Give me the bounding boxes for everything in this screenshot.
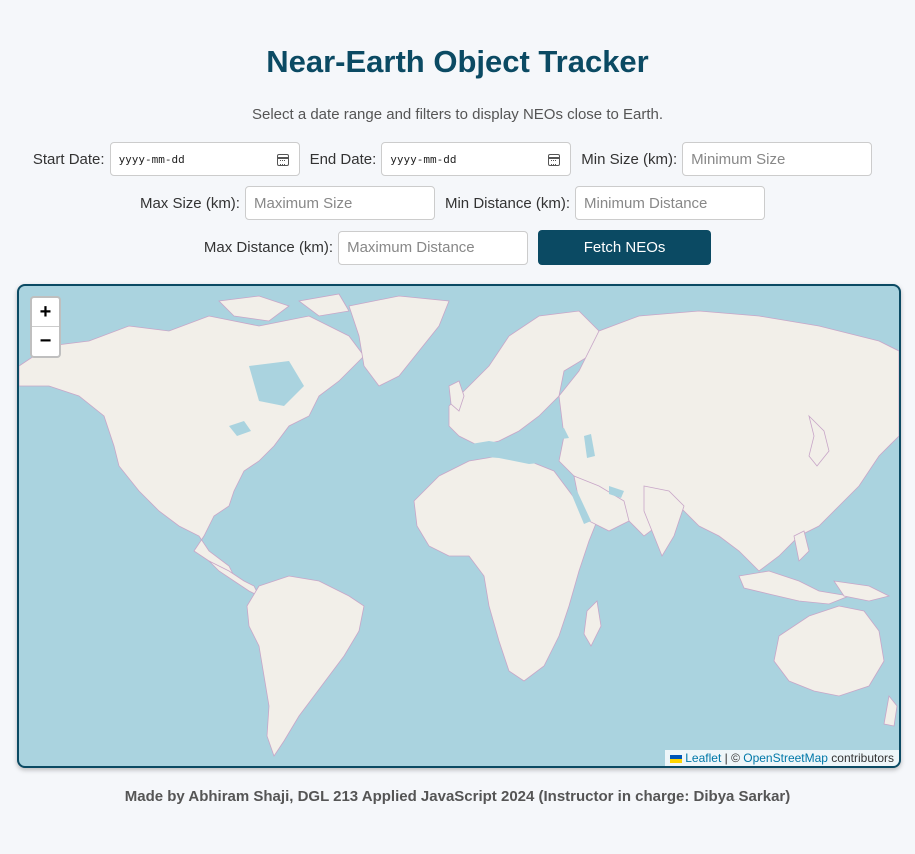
land-south-america: [246, 575, 365, 757]
ukraine-flag-icon: [670, 754, 683, 763]
attribution-separator: | ©: [721, 751, 744, 765]
max-size-input[interactable]: Maximum Size: [244, 186, 435, 220]
end-date-label: End Date:: [309, 150, 377, 168]
end-date-input[interactable]: yyyy-mm-dd: [381, 142, 572, 176]
min-distance-label: Min Distance (km):: [444, 194, 571, 212]
calendar-icon[interactable]: [276, 154, 289, 166]
map-tiles[interactable]: [19, 286, 899, 766]
zoom-out-button[interactable]: −: [32, 327, 59, 356]
openstreetmap-link[interactable]: OpenStreetMap: [743, 751, 828, 765]
land-arctic-islands: [218, 293, 350, 322]
max-distance-placeholder: Maximum Distance: [347, 239, 475, 256]
calendar-icon[interactable]: [548, 154, 561, 166]
page-subtitle: Select a date range and filters to displ…: [251, 106, 664, 123]
min-size-placeholder: Minimum Size: [691, 150, 786, 168]
land-north-america: [19, 315, 365, 577]
filter-row-1: Start Date: yyyy-mm-dd End Date: yyyy-mm…: [0, 142, 915, 176]
zoom-in-button[interactable]: +: [32, 298, 59, 327]
end-date-placeholder: yyyy-mm-dd: [390, 152, 457, 166]
land-new-zealand: [883, 695, 898, 727]
min-size-label: Min Size (km):: [581, 150, 678, 168]
max-size-placeholder: Maximum Size: [253, 194, 353, 212]
filter-row-2: Max Size (km): Maximum Size Min Distance…: [0, 186, 915, 220]
start-date-input[interactable]: yyyy-mm-dd: [109, 142, 300, 176]
land-philippines: [793, 530, 810, 562]
start-date-placeholder: yyyy-mm-dd: [118, 152, 185, 166]
map-attribution: Leaflet | © OpenStreetMap contributors: [665, 750, 899, 766]
land-central-america: [208, 560, 260, 597]
min-distance-placeholder: Minimum Distance: [584, 194, 708, 212]
zoom-control: + −: [30, 296, 61, 358]
max-size-label: Max Size (km):: [139, 194, 240, 212]
min-distance-input[interactable]: Minimum Distance: [575, 186, 766, 220]
land-asia: [558, 310, 899, 572]
attribution-contributors: contributors: [827, 751, 894, 765]
fetch-neos-button[interactable]: Fetch NEOs: [538, 230, 712, 265]
leaflet-link[interactable]: Leaflet: [685, 751, 721, 765]
filter-row-3: Max Distance (km): Maximum Distance Fetc…: [0, 230, 915, 265]
footer-credits: Made by Abhiram Shaji, DGL 213 Applied J…: [124, 788, 791, 805]
land-greenland: [348, 295, 450, 387]
land-madagascar: [583, 600, 602, 647]
land-australia: [773, 605, 885, 697]
max-distance-input[interactable]: Maximum Distance: [338, 230, 529, 265]
page-title: Near-Earth Object Tracker: [266, 44, 649, 79]
max-distance-label: Max Distance (km):: [203, 239, 334, 256]
world-map[interactable]: + − Leaflet | © OpenStreetMap contributo…: [17, 284, 901, 768]
land-indonesia: [738, 570, 851, 605]
min-size-input[interactable]: Minimum Size: [682, 142, 873, 176]
start-date-label: Start Date:: [32, 150, 105, 168]
